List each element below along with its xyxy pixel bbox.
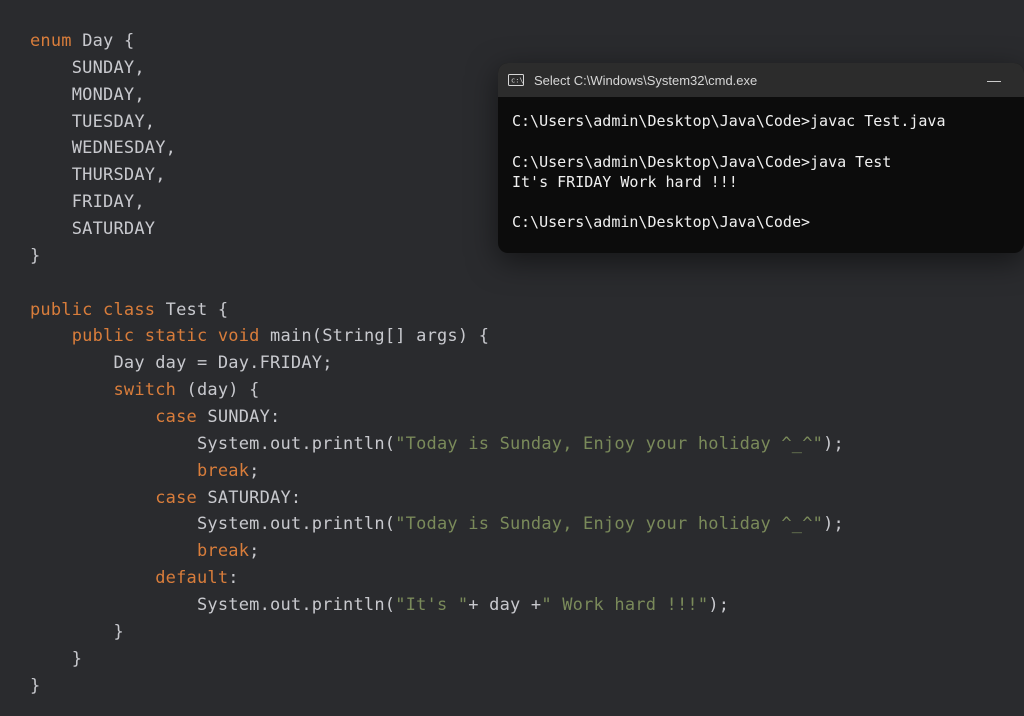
equals: =	[197, 353, 207, 373]
comma: ,	[134, 85, 144, 105]
colon: :	[291, 488, 301, 508]
keyword-void: void	[218, 326, 260, 346]
println-call: System.out.println	[197, 595, 385, 615]
enum-member-monday: MONDAY	[72, 85, 135, 105]
println-call: System.out.println	[197, 434, 385, 454]
case-saturday: SATURDAY	[207, 488, 290, 508]
string-literal: "Today is Sunday, Enjoy your holiday ^_^…	[395, 434, 823, 454]
terminal-body[interactable]: C:\Users\admin\Desktop\Java\Code>javac T…	[498, 97, 1024, 253]
rparen: )	[708, 595, 718, 615]
var-type: Day	[113, 353, 144, 373]
keyword-break: break	[197, 461, 249, 481]
println-call: System.out.println	[197, 514, 385, 534]
var-ref: day	[479, 595, 531, 615]
semicolon: ;	[719, 595, 729, 615]
comma: ,	[166, 138, 176, 158]
terminal-line: C:\Users\admin\Desktop\Java\Code>javac T…	[512, 111, 1010, 131]
terminal-window[interactable]: c:\ Select C:\Windows\System32\cmd.exe —…	[498, 63, 1024, 253]
enum-member-sunday: SUNDAY	[72, 58, 135, 78]
enum-member-wednesday: WEDNESDAY	[72, 138, 166, 158]
comma: ,	[145, 112, 155, 132]
semicolon: ;	[322, 353, 332, 373]
svg-text:c:\: c:\	[511, 77, 524, 85]
brace-close: }	[30, 246, 40, 266]
keyword-case: case	[155, 407, 197, 427]
terminal-line: C:\Users\admin\Desktop\Java\Code>java Te…	[512, 152, 1010, 172]
enum-name: Day	[82, 31, 113, 51]
plus: +	[468, 595, 478, 615]
keyword-case: case	[155, 488, 197, 508]
main-method: main	[270, 326, 312, 346]
lparen: (	[385, 514, 395, 534]
enum-member-friday: FRIDAY	[72, 192, 135, 212]
brace-close: }	[30, 676, 40, 696]
enum-member-saturday: SATURDAY	[72, 219, 155, 239]
case-sunday: SUNDAY	[207, 407, 270, 427]
keyword-default: default	[155, 568, 228, 588]
semicolon: ;	[834, 514, 844, 534]
comma: ,	[134, 192, 144, 212]
colon: :	[270, 407, 280, 427]
keyword-enum: enum	[30, 31, 72, 51]
lparen: (	[385, 595, 395, 615]
semicolon: ;	[834, 434, 844, 454]
brace-close: }	[113, 622, 123, 642]
brace-open: {	[218, 300, 228, 320]
brace-open: {	[124, 31, 134, 51]
brace-close: }	[72, 649, 82, 669]
rparen: )	[823, 434, 833, 454]
main-params: (String[] args)	[312, 326, 469, 346]
keyword-break: break	[197, 541, 249, 561]
semicolon: ;	[249, 541, 259, 561]
keyword-static: static	[145, 326, 208, 346]
terminal-output: It's FRIDAY Work hard !!!	[512, 172, 1010, 192]
lparen: (	[385, 434, 395, 454]
comma: ,	[155, 165, 165, 185]
var-value: Day.FRIDAY	[218, 353, 322, 373]
keyword-public: public	[30, 300, 93, 320]
keyword-switch: switch	[113, 380, 176, 400]
minimize-button[interactable]: —	[974, 72, 1014, 88]
colon: :	[228, 568, 238, 588]
string-literal: "Today is Sunday, Enjoy your holiday ^_^…	[395, 514, 823, 534]
brace-open: {	[249, 380, 259, 400]
cmd-icon: c:\	[508, 73, 524, 87]
plus: +	[531, 595, 541, 615]
terminal-titlebar[interactable]: c:\ Select C:\Windows\System32\cmd.exe —	[498, 63, 1024, 97]
string-literal: " Work hard !!!"	[541, 595, 708, 615]
enum-member-tuesday: TUESDAY	[72, 112, 145, 132]
var-name: day	[155, 353, 186, 373]
enum-member-thursday: THURSDAY	[72, 165, 155, 185]
semicolon: ;	[249, 461, 259, 481]
keyword-class: class	[103, 300, 155, 320]
string-literal: "It's "	[395, 595, 468, 615]
brace-open: {	[479, 326, 489, 346]
terminal-title: Select C:\Windows\System32\cmd.exe	[534, 73, 964, 88]
comma: ,	[134, 58, 144, 78]
keyword-public: public	[72, 326, 135, 346]
terminal-prompt: C:\Users\admin\Desktop\Java\Code>	[512, 212, 1010, 232]
switch-expr: (day)	[187, 380, 239, 400]
rparen: )	[823, 514, 833, 534]
class-name: Test	[166, 300, 208, 320]
